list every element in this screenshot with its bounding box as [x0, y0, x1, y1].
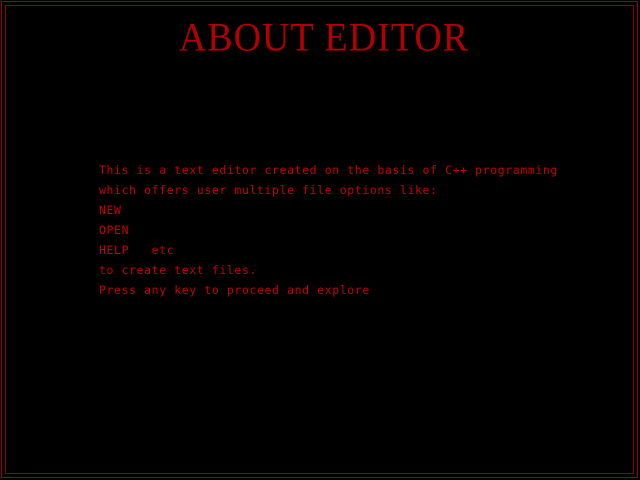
about-description: This is a text editor created on the bas…: [99, 160, 619, 300]
option-help: HELP etc: [99, 243, 175, 257]
description-line-2: which offers user multiple file options …: [99, 183, 438, 197]
option-new: NEW: [99, 203, 122, 217]
option-open: OPEN: [99, 223, 130, 237]
page-title: ABOUT EDITOR: [178, 15, 470, 61]
about-editor-screen[interactable]: ABOUT EDITOR This is a text editor creat…: [0, 0, 640, 480]
description-line-6: to create text files.: [99, 263, 257, 277]
press-any-key-prompt: Press any key to proceed and explore: [99, 283, 370, 297]
description-line-1: This is a text editor created on the bas…: [99, 163, 558, 177]
